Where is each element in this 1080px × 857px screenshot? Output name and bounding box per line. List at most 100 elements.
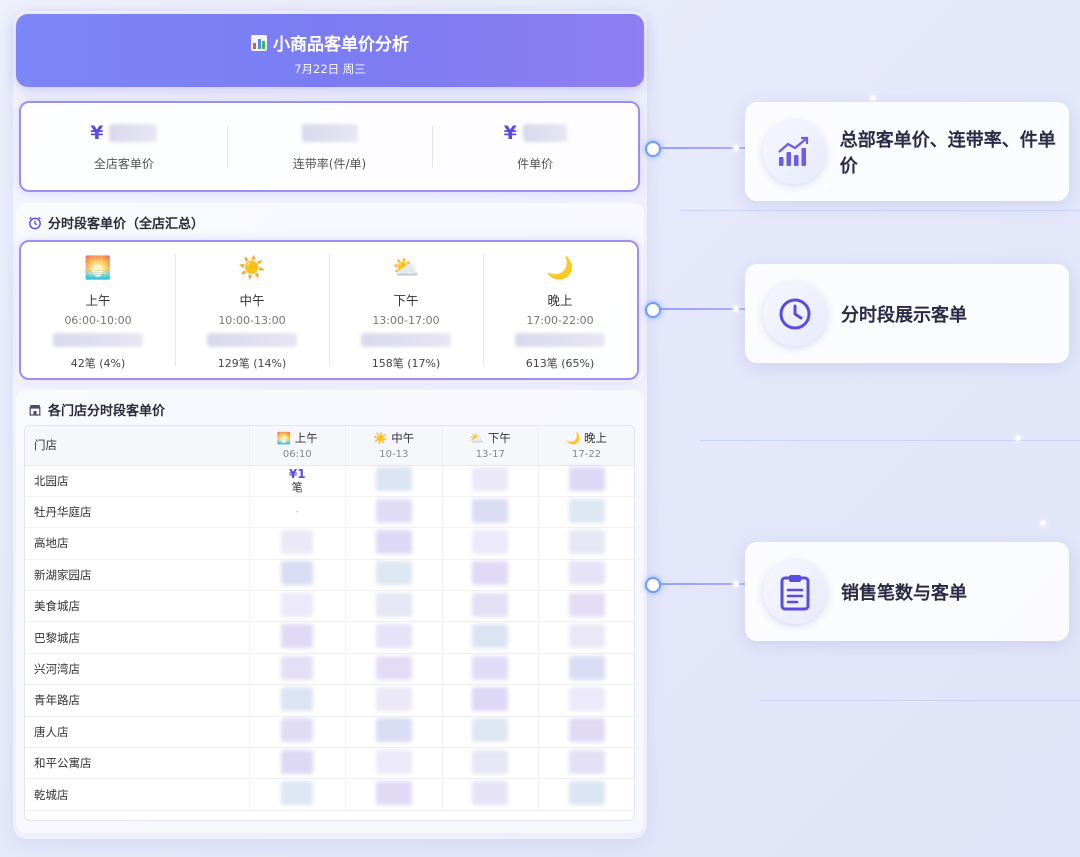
table-row[interactable]: 青年路店 (25, 684, 634, 717)
table-cell (538, 527, 634, 560)
table-cell (248, 653, 346, 686)
table-cell (441, 684, 539, 717)
slot-range: 13:00-17:00 (372, 314, 440, 327)
table-cell (538, 465, 634, 497)
column-header-store[interactable]: 门店 (25, 426, 249, 466)
currency-symbol: ¥ (90, 122, 104, 144)
kpi-label: 连带率(件/单) (292, 157, 367, 171)
cell-value-redacted (375, 781, 412, 806)
cell-value-redacted (281, 529, 314, 554)
slot-morning: 🌅 上午 06:00-10:00 42笔 (4%) (21, 242, 175, 378)
cell-dash: - (295, 507, 299, 518)
column-header-afternoon[interactable]: ⛅ 下午 13-17 (441, 426, 539, 466)
header-title: 小商品客单价分析 (273, 35, 409, 55)
column-range: 06:10 (282, 449, 312, 461)
kpi-unit-price: ¥ 件单价 (432, 103, 638, 190)
column-name: 晚上 (584, 431, 608, 446)
section-title-text: 各门店分时段客单价 (48, 404, 166, 419)
table-cell (345, 590, 443, 623)
slot-count: 613笔 (65%) (525, 357, 595, 370)
cell-value-redacted (472, 655, 509, 680)
store-name: 巴黎城店 (25, 621, 249, 654)
feature-card-sales: 销售笔数与客单 (745, 542, 1069, 641)
slot-noon: ☀️ 中午 10:00-13:00 129笔 (14%) (175, 242, 329, 378)
cell-value-redacted (375, 467, 412, 492)
column-range: 17-22 (572, 449, 602, 461)
store-name: 牡丹华庭店 (25, 496, 249, 529)
column-header-morning[interactable]: 🌅 上午 06:10 (248, 426, 346, 466)
kpi-attach-rate: 连带率(件/单) (226, 103, 433, 190)
sun-icon: ☀️ (238, 256, 266, 281)
connector-line (645, 577, 745, 593)
table-cell (441, 621, 539, 654)
table-row[interactable]: 乾城店 (25, 778, 634, 811)
clipboard-icon (780, 574, 810, 610)
store-name: 美食城店 (25, 590, 249, 623)
kpi-value-redacted (522, 124, 567, 142)
store-section-title: 各门店分时段客单价 (28, 400, 165, 419)
cell-value-redacted (472, 561, 509, 586)
cell-value-redacted (281, 781, 314, 806)
feature-card-kpi: 总部客单价、连带率、件单价 (745, 102, 1069, 201)
cell-value-redacted (472, 718, 509, 743)
table-row[interactable]: 高地店 (25, 527, 634, 560)
bar-chart-icon (251, 34, 267, 51)
cell-value-redacted (472, 686, 509, 711)
cell-value-redacted (472, 781, 509, 806)
slot-afternoon: ⛅ 下午 13:00-17:00 158笔 (17%) (329, 242, 483, 378)
column-name: 上午 (294, 431, 318, 446)
table-row[interactable]: 美食城店 (25, 590, 634, 623)
table-cell (345, 621, 443, 654)
store-name: 青年路店 (25, 684, 249, 717)
column-range: 13-17 (475, 449, 505, 461)
table-row[interactable]: 和平公寓店 (25, 747, 634, 780)
cell-value-redacted (281, 655, 314, 680)
column-header-evening[interactable]: 🌙 晚上 17-22 (538, 426, 634, 466)
slot-value-redacted (207, 333, 297, 347)
kpi-summary: ¥ 全店客单价 连带率(件/单) ¥ 件单价 (19, 101, 640, 192)
table-row[interactable]: 巴黎城店 (25, 621, 634, 654)
table-cell (248, 621, 346, 654)
cell-value-redacted (281, 592, 314, 617)
store-name: 唐人店 (25, 716, 249, 749)
slot-name: 晚上 (547, 293, 573, 308)
table-cell (538, 716, 634, 749)
cell-value-redacted (375, 529, 412, 554)
table-cell (345, 653, 443, 686)
kpi-label: 全店客单价 (93, 157, 154, 171)
table-row[interactable]: 北园店 ¥1 笔 (25, 465, 634, 497)
moon-icon: 🌙 (566, 431, 581, 446)
cell-value-redacted (568, 467, 605, 492)
column-header-noon[interactable]: ☀️ 中午 10-13 (345, 426, 443, 466)
cell-value-redacted (568, 686, 605, 711)
feature-card-time: 分时段展示客单 (745, 264, 1069, 363)
slot-evening: 🌙 晚上 17:00-22:00 613笔 (65%) (483, 242, 637, 378)
table-row[interactable]: 新湖家园店 (25, 559, 634, 592)
feature-icon-wrap (763, 119, 826, 184)
slot-count: 158笔 (17%) (371, 357, 441, 370)
table-row[interactable]: 唐人店 (25, 716, 634, 749)
cell-value-redacted (568, 718, 605, 743)
table-cell (345, 716, 443, 749)
table-row[interactable]: 兴河湾店 (25, 653, 634, 686)
table-row[interactable]: 牡丹华庭店 - (25, 496, 634, 529)
table-cell (538, 590, 634, 623)
slot-value-redacted (515, 333, 605, 347)
cell-value-redacted (375, 686, 412, 711)
cell-value-redacted (281, 624, 314, 649)
cell-value-redacted (375, 718, 412, 743)
table-cell (441, 653, 539, 686)
table-cell (538, 496, 634, 529)
alarm-clock-icon (29, 216, 41, 229)
store-icon (29, 404, 41, 416)
table-cell (345, 527, 443, 560)
table-cell (538, 621, 634, 654)
slot-value-redacted (361, 333, 451, 347)
cell-value-redacted (281, 718, 314, 743)
sunrise-icon: 🌅 (276, 431, 292, 446)
store-name: 兴河湾店 (25, 653, 249, 686)
cell-value-redacted (472, 749, 509, 774)
feature-text: 总部客单价、连带率、件单价 (839, 129, 1056, 177)
cell-value-redacted (472, 592, 509, 617)
kpi-value-redacted (301, 124, 358, 142)
